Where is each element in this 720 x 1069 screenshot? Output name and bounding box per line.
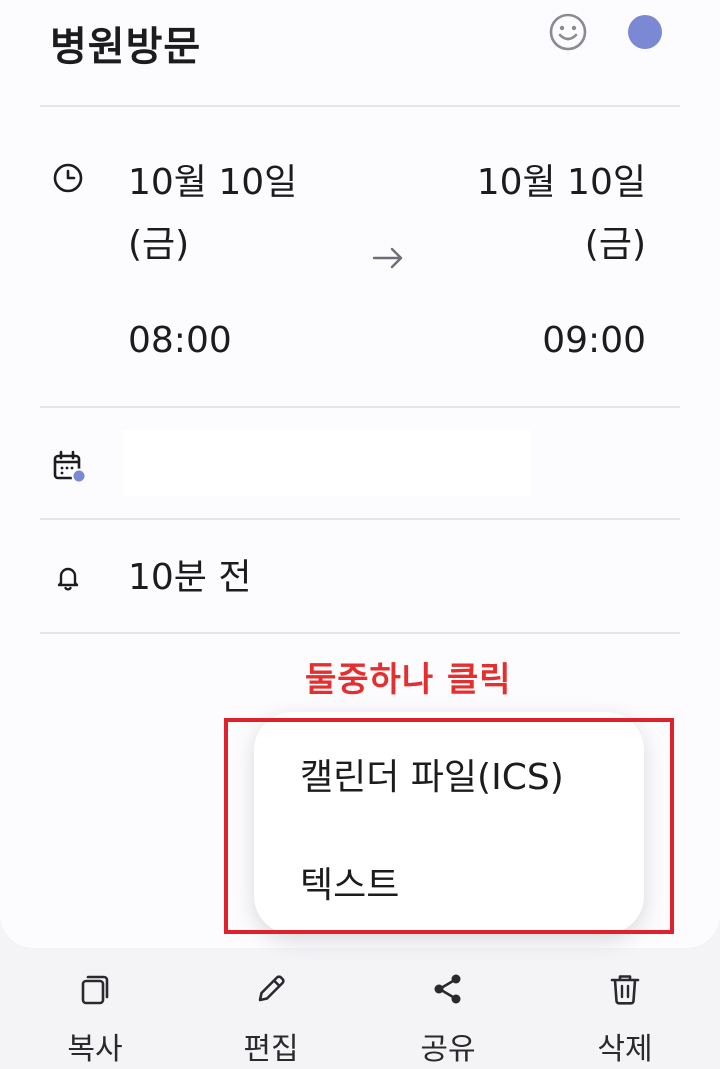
arrow-right-icon	[372, 247, 403, 269]
start-weekday: (금)	[128, 224, 190, 265]
calendar-selector[interactable]	[122, 430, 530, 496]
end-datetime[interactable]: 10월 10일 (금) 09:00	[477, 152, 646, 372]
start-time: 08:00	[128, 320, 232, 361]
delete-label: 삭제	[597, 1032, 653, 1067]
annotation-highlight-box	[224, 718, 674, 934]
edit-button[interactable]: 편집	[216, 970, 326, 1068]
copy-label: 복사	[67, 1032, 123, 1067]
start-datetime[interactable]: 10월 10일 (금) 08:00	[128, 152, 297, 372]
divider	[40, 105, 680, 107]
end-time: 09:00	[542, 320, 646, 361]
delete-button[interactable]: 삭제	[570, 970, 680, 1068]
start-date: 10월 10일	[128, 162, 298, 203]
divider	[40, 632, 680, 634]
copy-button[interactable]: 복사	[40, 970, 150, 1068]
share-label: 공유	[420, 1032, 476, 1067]
smiley-icon[interactable]	[548, 12, 588, 52]
edit-label: 편집	[243, 1032, 299, 1067]
clock-icon	[53, 163, 83, 193]
pencil-icon	[258, 975, 285, 1002]
event-color-dot[interactable]	[628, 15, 662, 49]
event-detail-card: 병원방문 10월 10일 (금) 08:00 10월 10일 (금) 09:00	[0, 0, 720, 948]
trash-icon	[610, 975, 640, 1005]
share-button[interactable]: 공유	[393, 970, 503, 1068]
divider	[40, 518, 680, 520]
event-title: 병원방문	[50, 24, 202, 70]
share-icon	[434, 974, 461, 1004]
copy-icon	[81, 975, 109, 1005]
annotation-text: 둘중하나 클릭	[305, 660, 512, 700]
bell-icon	[57, 567, 79, 591]
end-weekday: (금)	[584, 224, 646, 265]
calendar-icon	[53, 450, 87, 484]
divider	[40, 406, 680, 408]
reminder-value[interactable]: 10분 전	[128, 552, 252, 604]
end-date: 10월 10일	[476, 162, 646, 203]
bottom-action-bar: 복사 편집 공유 삭제	[0, 948, 720, 1069]
